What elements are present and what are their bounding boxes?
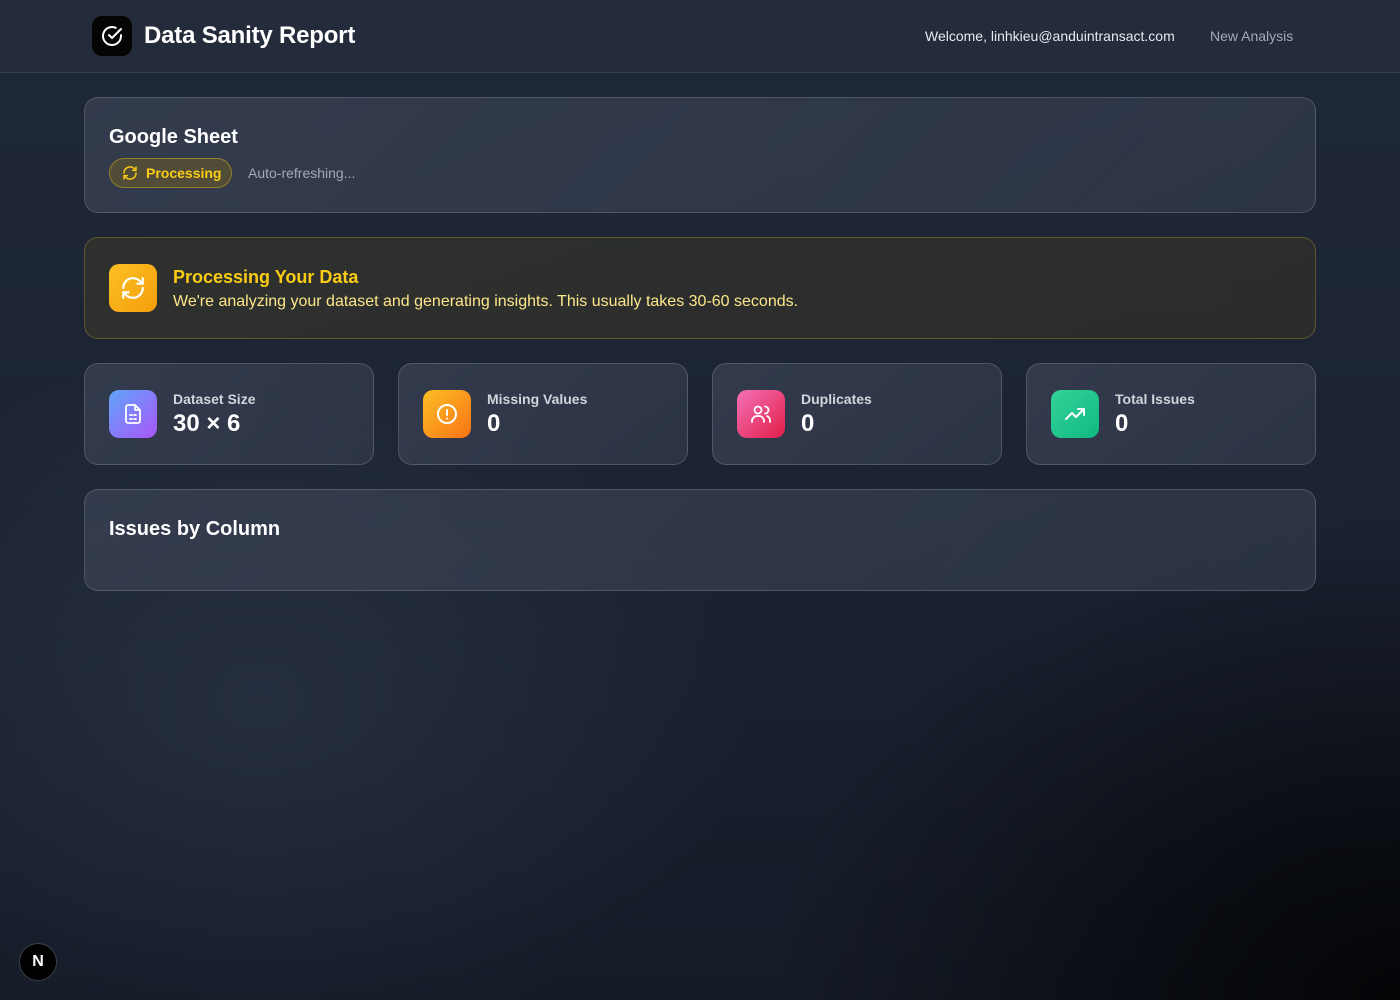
document-icon bbox=[125, 404, 141, 424]
stat-value: 0 bbox=[801, 410, 815, 437]
stat-label: Total Issues bbox=[1115, 391, 1195, 407]
top-header: Data Sanity Report Welcome, linhkieu@and… bbox=[0, 0, 1400, 73]
duplicates-icon-box bbox=[737, 390, 785, 438]
welcome-text: Welcome, linhkieu@anduintransact.com bbox=[925, 28, 1175, 44]
new-analysis-link[interactable]: New Analysis bbox=[1210, 28, 1293, 44]
users-icon bbox=[751, 405, 771, 423]
stat-label: Missing Values bbox=[487, 391, 588, 407]
stat-label: Duplicates bbox=[801, 391, 872, 407]
nextjs-dev-badge[interactable]: N bbox=[19, 943, 57, 981]
stat-label: Dataset Size bbox=[173, 391, 256, 407]
app-title: Data Sanity Report bbox=[144, 22, 356, 49]
processing-title: Processing Your Data bbox=[173, 267, 359, 287]
stat-value: 0 bbox=[487, 410, 501, 437]
source-card: Google Sheet Processing Auto-refreshing.… bbox=[84, 97, 1316, 213]
processing-banner: Processing Your Data We're analyzing you… bbox=[84, 237, 1316, 339]
source-title: Google Sheet bbox=[109, 126, 238, 148]
issues-title: Issues by Column bbox=[109, 518, 281, 540]
refresh-icon bbox=[123, 166, 137, 180]
stat-card-dataset-size: Dataset Size 30 × 6 bbox=[84, 363, 374, 465]
issues-by-column-card: Issues by Column bbox=[84, 489, 1316, 591]
alert-circle-icon bbox=[437, 404, 457, 424]
missing-icon-box bbox=[423, 390, 471, 438]
status-badge: Processing bbox=[109, 158, 232, 188]
trending-up-icon bbox=[1065, 408, 1085, 420]
processing-icon-box bbox=[109, 264, 157, 312]
app-logo[interactable] bbox=[92, 16, 132, 56]
stat-card-total-issues: Total Issues 0 bbox=[1026, 363, 1316, 465]
issues-icon-box bbox=[1051, 390, 1099, 438]
stat-value: 0 bbox=[1115, 410, 1129, 437]
refresh-icon bbox=[122, 277, 144, 299]
status-label: Processing bbox=[146, 165, 222, 181]
check-circle-icon bbox=[102, 26, 122, 46]
dataset-icon-box bbox=[109, 390, 157, 438]
stat-value: 30 × 6 bbox=[173, 410, 241, 437]
stat-card-duplicates: Duplicates 0 bbox=[712, 363, 1002, 465]
auto-refresh-note: Auto-refreshing... bbox=[248, 165, 356, 181]
processing-description: We're analyzing your dataset and generat… bbox=[173, 293, 799, 310]
stat-card-missing-values: Missing Values 0 bbox=[398, 363, 688, 465]
